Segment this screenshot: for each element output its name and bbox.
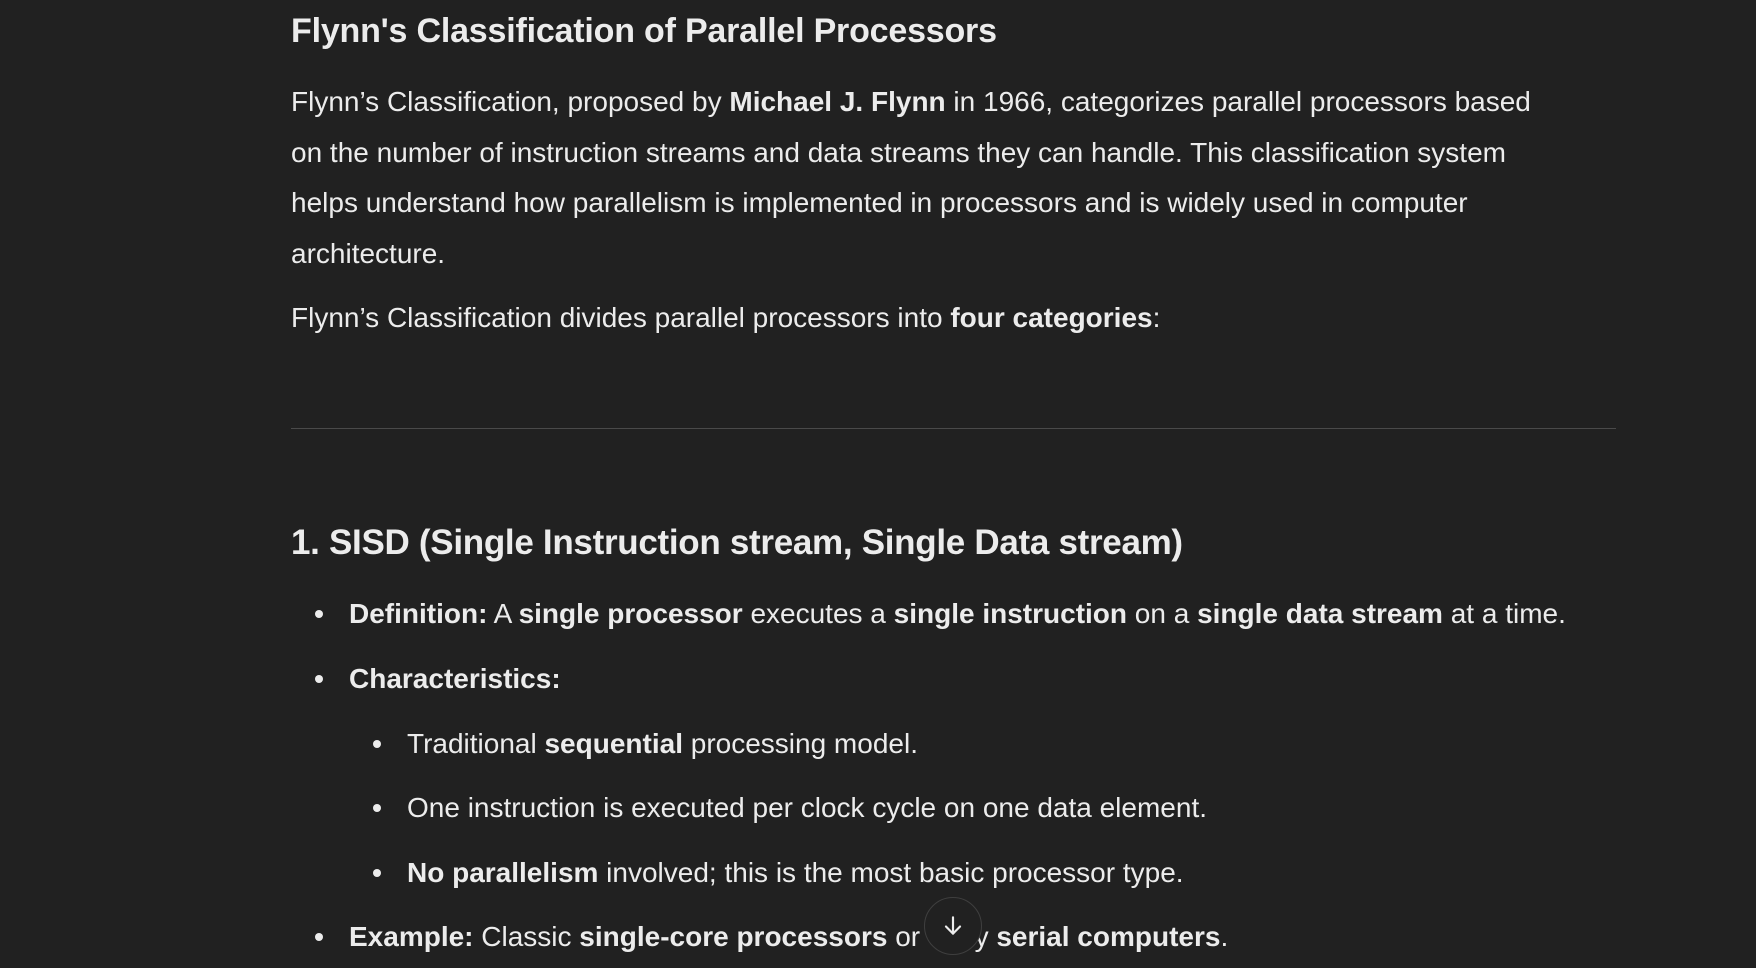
bullet-icon (373, 804, 381, 812)
categories-paragraph: Flynn’s Classification divides parallel … (291, 293, 1616, 344)
bullet-icon (315, 675, 323, 683)
intro-line: Flynn’s Classification, proposed by Mich… (291, 77, 1616, 128)
intro-text: Flynn’s Classification, proposed by (291, 86, 730, 117)
categories-line: Flynn’s Classification divides parallel … (291, 293, 1616, 344)
list-item-definition: Definition: A single processor executes … (315, 594, 1566, 634)
item-label: Example: (349, 921, 474, 952)
categories-text: : (1152, 302, 1161, 333)
item-text: executes a (742, 598, 894, 629)
bullet-icon (315, 610, 323, 618)
intro-paragraph: Flynn’s Classification, proposed by Mich… (291, 77, 1616, 279)
item-text: One instruction is executed per clock cy… (407, 792, 1207, 823)
item-text: Traditional (407, 728, 545, 759)
item-text: on a (1127, 598, 1198, 629)
horizontal-divider (291, 428, 1616, 429)
scroll-to-bottom-button[interactable] (924, 897, 982, 955)
list-item-characteristics: Characteristics: (315, 659, 561, 699)
item-label: Characteristics: (349, 663, 561, 694)
page-title: Flynn's Classification of Parallel Proce… (291, 12, 997, 50)
item-bold: single processor (518, 598, 743, 629)
item-bold: single-core processors (579, 921, 888, 952)
sublist-item: Traditional sequential processing model. (373, 724, 918, 764)
item-text: A (487, 598, 519, 629)
sublist-item: No parallelism involved; this is the mos… (373, 853, 1184, 893)
intro-bold-name: Michael J. Flynn (729, 86, 946, 117)
item-text: Classic (473, 921, 580, 952)
categories-text: Flynn’s Classification divides parallel … (291, 302, 951, 333)
categories-bold: four categories (950, 302, 1153, 333)
bullet-icon (373, 740, 381, 748)
item-bold: sequential (544, 728, 683, 759)
sublist-item: One instruction is executed per clock cy… (373, 788, 1207, 828)
item-label: Definition: (349, 598, 488, 629)
item-text: . (1220, 921, 1229, 952)
item-text: at a time. (1442, 598, 1566, 629)
bullet-icon (373, 869, 381, 877)
section-heading-sisd: 1. SISD (Single Instruction stream, Sing… (291, 523, 1183, 562)
item-text: processing model. (682, 728, 918, 759)
item-bold: serial computers (996, 921, 1221, 952)
intro-line: architecture. (291, 237, 446, 269)
item-bold: single data stream (1197, 598, 1443, 629)
intro-text: in 1966, categorizes parallel processors… (945, 86, 1531, 117)
intro-line: helps understand how parallelism is impl… (291, 187, 1468, 218)
bullet-icon (315, 933, 323, 941)
arrow-down-icon (944, 916, 962, 935)
item-text: involved; this is the most basic process… (598, 857, 1184, 888)
item-bold: No parallelism (407, 857, 599, 888)
list-item-example: Example: Classic single-core processors … (315, 917, 1229, 957)
intro-line: on the number of instruction streams and… (291, 136, 1506, 168)
item-bold: single instruction (893, 598, 1128, 629)
